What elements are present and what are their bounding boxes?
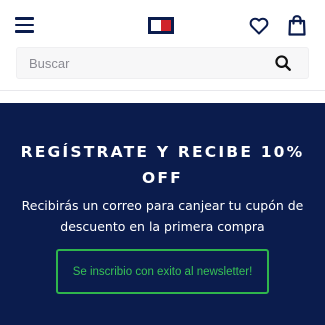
hamburger-line: [15, 30, 34, 33]
header: [0, 0, 325, 46]
hamburger-line: [15, 17, 34, 20]
heart-icon[interactable]: [249, 16, 269, 36]
search-bar: [16, 47, 309, 79]
newsletter-subtitle: Recibirás un correo para canjear tu cupó…: [21, 198, 304, 234]
newsletter-title: REGÍSTRATE Y RECIBE 10% OFF: [20, 143, 305, 187]
search-input[interactable]: [17, 48, 272, 78]
page: REGÍSTRATE Y RECIBE 10% OFF Recibirás un…: [0, 0, 325, 325]
search-icon[interactable]: [274, 54, 292, 72]
newsletter-success-message: Se inscribio con exito al newsletter!: [56, 249, 269, 294]
shopping-bag-icon[interactable]: [288, 15, 306, 36]
newsletter-section: REGÍSTRATE Y RECIBE 10% OFF Recibirás un…: [0, 103, 325, 325]
tommy-hilfiger-flag-logo[interactable]: [148, 17, 174, 34]
hamburger-line: [15, 23, 34, 26]
header-divider: [0, 90, 325, 91]
hamburger-menu-icon[interactable]: [15, 17, 34, 33]
